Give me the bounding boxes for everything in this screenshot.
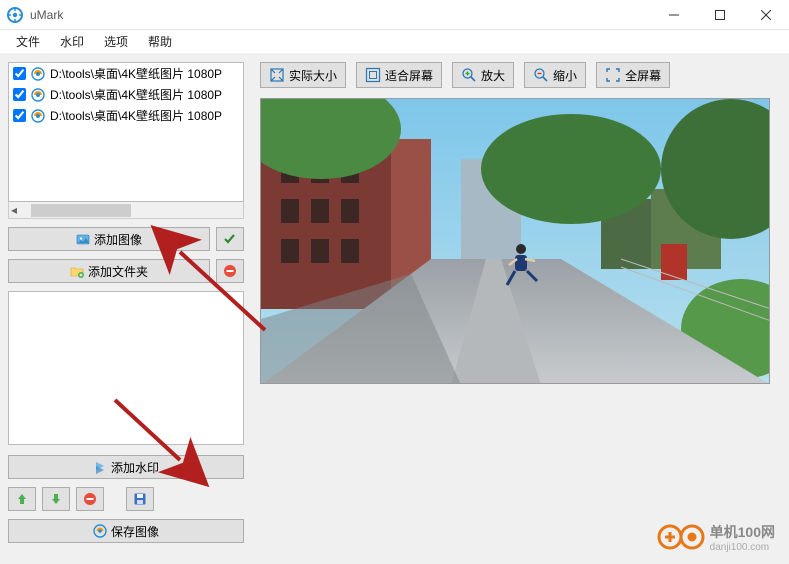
title-bar: uMark (0, 0, 789, 30)
delete-icon (83, 492, 97, 506)
menu-bar: 文件 水印 选项 帮助 (0, 30, 789, 54)
list-item[interactable]: D:\tools\桌面\4K壁纸图片 1080P (9, 105, 243, 126)
save-image-label: 保存图像 (111, 523, 159, 540)
remove-icon (223, 264, 237, 278)
scrollbar-thumb[interactable] (31, 204, 131, 217)
fullscreen-button[interactable]: 全屏幕 (596, 62, 670, 88)
file-list[interactable]: D:\tools\桌面\4K壁纸图片 1080P D:\tools\桌面\4K壁… (8, 62, 244, 202)
watermark-icon (93, 460, 107, 474)
zoom-in-button[interactable]: 放大 (452, 62, 514, 88)
image-file-icon (30, 108, 46, 124)
app-logo-icon (6, 6, 24, 24)
move-up-button[interactable] (8, 487, 36, 511)
content: D:\tools\桌面\4K壁纸图片 1080P D:\tools\桌面\4K壁… (0, 54, 789, 564)
arrow-up-icon (15, 492, 29, 506)
main-panel: 实际大小 适合屏幕 放大 缩小 全屏幕 (252, 54, 789, 564)
image-preview (260, 98, 770, 384)
zoom-in-icon (461, 67, 477, 83)
zoom-out-icon (533, 67, 549, 83)
folder-add-icon (70, 264, 84, 278)
save-settings-button[interactable] (126, 487, 154, 511)
image-file-icon (30, 87, 46, 103)
arrow-down-icon (49, 492, 63, 506)
brand-logo-icon (656, 520, 706, 554)
file-path: D:\tools\桌面\4K壁纸图片 1080P (50, 86, 222, 103)
fit-screen-label: 适合屏幕 (385, 67, 433, 84)
fullscreen-icon (605, 67, 621, 83)
fit-screen-icon (365, 67, 381, 83)
add-watermark-label: 添加水印 (111, 459, 159, 476)
add-folder-label: 添加文件夹 (88, 263, 148, 280)
branding: 单机100网 danji100.com (656, 520, 775, 554)
check-icon (223, 232, 237, 246)
file-checkbox[interactable] (13, 109, 26, 122)
menu-options[interactable]: 选项 (94, 30, 138, 53)
menu-watermark[interactable]: 水印 (50, 30, 94, 53)
sidebar: D:\tools\桌面\4K壁纸图片 1080P D:\tools\桌面\4K壁… (0, 54, 252, 564)
fullscreen-label: 全屏幕 (625, 67, 661, 84)
close-button[interactable] (743, 0, 789, 29)
brand-name-en: danji100.com (710, 542, 775, 553)
file-path: D:\tools\桌面\4K壁纸图片 1080P (50, 107, 222, 124)
minimize-button[interactable] (651, 0, 697, 29)
watermark-list-panel (8, 291, 244, 445)
add-folder-button[interactable]: 添加文件夹 (8, 259, 210, 283)
save-image-button[interactable]: 保存图像 (8, 519, 244, 543)
file-path: D:\tools\桌面\4K壁纸图片 1080P (50, 65, 222, 82)
move-down-button[interactable] (42, 487, 70, 511)
actual-size-icon (269, 67, 285, 83)
list-item[interactable]: D:\tools\桌面\4K壁纸图片 1080P (9, 84, 243, 105)
add-image-button[interactable]: 添加图像 (8, 227, 210, 251)
maximize-button[interactable] (697, 0, 743, 29)
file-checkbox[interactable] (13, 67, 26, 80)
floppy-icon (133, 492, 147, 506)
apply-button[interactable] (216, 227, 244, 251)
image-file-icon (30, 66, 46, 82)
actual-size-label: 实际大小 (289, 67, 337, 84)
actual-size-button[interactable]: 实际大小 (260, 62, 346, 88)
preview-toolbar: 实际大小 适合屏幕 放大 缩小 全屏幕 (260, 62, 781, 88)
zoom-out-button[interactable]: 缩小 (524, 62, 586, 88)
list-item[interactable]: D:\tools\桌面\4K壁纸图片 1080P (9, 63, 243, 84)
delete-button[interactable] (76, 487, 104, 511)
add-watermark-button[interactable]: 添加水印 (8, 455, 244, 479)
menu-file[interactable]: 文件 (6, 30, 50, 53)
horizontal-scrollbar[interactable]: ◂ (8, 202, 244, 219)
remove-button[interactable] (216, 259, 244, 283)
brand-name-cn: 单机100网 (710, 522, 775, 542)
zoom-out-label: 缩小 (553, 67, 577, 84)
menu-help[interactable]: 帮助 (138, 30, 182, 53)
zoom-in-label: 放大 (481, 67, 505, 84)
preview-image (261, 99, 770, 384)
add-image-icon (76, 232, 90, 246)
window-controls (651, 0, 789, 29)
save-image-icon (93, 524, 107, 538)
add-image-label: 添加图像 (94, 231, 142, 248)
app-title: uMark (30, 8, 651, 22)
file-checkbox[interactable] (13, 88, 26, 101)
fit-screen-button[interactable]: 适合屏幕 (356, 62, 442, 88)
